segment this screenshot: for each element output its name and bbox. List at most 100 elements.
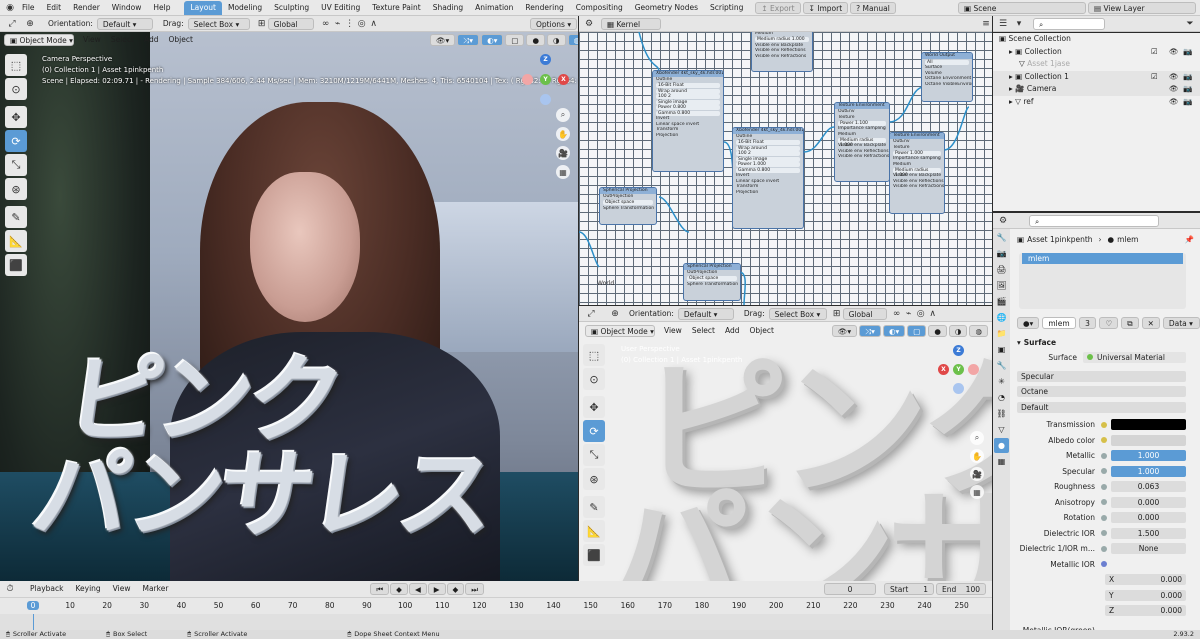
falloff-icon[interactable]: ∧ xyxy=(368,18,380,30)
material-tab-icon[interactable]: ● xyxy=(994,438,1009,453)
material-slot-list[interactable]: mlem xyxy=(1019,253,1186,309)
property-value[interactable]: None xyxy=(1111,543,1186,555)
viewport-menu-object[interactable]: Object xyxy=(744,325,778,337)
gizmo-button[interactable]: ⤨▾ xyxy=(859,324,881,337)
editor-type-icon[interactable]: ⚙ xyxy=(583,18,595,30)
move-tool-icon[interactable]: ✥ xyxy=(5,106,27,128)
pivot-icon[interactable]: ⊕ xyxy=(24,18,36,30)
current-frame-field[interactable]: 0 xyxy=(824,583,876,595)
unlink-icon[interactable]: ✕ xyxy=(1141,317,1160,329)
timeline-menu-marker[interactable]: Marker xyxy=(136,581,174,597)
viewport-menu-view[interactable]: View xyxy=(78,34,106,46)
transform-icon[interactable]: ⤢ xyxy=(585,308,597,320)
export-button[interactable]: ↥ Export xyxy=(755,1,801,14)
outliner-row[interactable]: ▸ ▽ ref 👁 📷 xyxy=(993,96,1200,109)
gizmo-neg-z[interactable] xyxy=(540,94,551,105)
proportional-icon[interactable]: ◎ xyxy=(915,308,927,320)
socket-icon[interactable] xyxy=(1101,452,1107,459)
workspace-tab-uv-editing[interactable]: UV Editing xyxy=(315,1,366,15)
cursor-tool-icon[interactable]: ⊙ xyxy=(583,368,605,390)
node-field[interactable]: Wrap around xyxy=(736,145,800,151)
eye-icon[interactable]: 👁 xyxy=(1169,96,1179,109)
view-layer-tab-icon[interactable]: 🖼 xyxy=(994,278,1009,293)
node-field[interactable]: Gamma 0.800 xyxy=(656,110,720,116)
node-editor[interactable]: Medium Medium radius 1.000 Visible env Bac… xyxy=(579,32,992,305)
workspace-tab-animation[interactable]: Animation xyxy=(469,1,519,15)
outliner-search[interactable]: ⌕ xyxy=(1033,17,1105,30)
scene-tab-icon[interactable]: 🎬 xyxy=(994,294,1009,309)
shading-solid-button[interactable]: ● xyxy=(526,34,546,46)
gizmo-neg-z[interactable] xyxy=(953,383,964,394)
measure-tool-icon[interactable]: 📐 xyxy=(583,520,605,542)
viewport-menu-select[interactable]: Select xyxy=(687,325,720,337)
node-spherical-projection-2[interactable]: Spherical Projection OutProjection Object … xyxy=(683,263,741,301)
node-field[interactable]: Wrap around xyxy=(656,88,720,94)
render-icon[interactable]: 📷 xyxy=(1183,83,1192,96)
render-tab-icon[interactable]: 📷 xyxy=(994,246,1009,261)
node-env-top[interactable]: Medium Medium radius 1.000 Visible env Bac… xyxy=(751,32,813,72)
link-icon[interactable]: ∞ xyxy=(320,18,332,30)
timeline-editor-icon[interactable]: ⏱ xyxy=(4,583,16,595)
workspace-tab-modeling[interactable]: Modeling xyxy=(222,1,268,15)
navigation-gizmo[interactable]: Z X Y xyxy=(520,54,576,110)
socket-icon[interactable] xyxy=(1101,468,1107,475)
workspace-tab-sculpting[interactable]: Sculpting xyxy=(268,1,315,15)
gizmo-y-axis[interactable]: Y xyxy=(953,364,964,375)
texture-tab-icon[interactable]: ▦ xyxy=(994,454,1009,469)
node-texture-env-2[interactable]: Texture Environment OutEnv Texture Power 1.… xyxy=(889,132,945,214)
play-reverse-icon[interactable]: ◀ xyxy=(408,583,427,595)
viewport-menu-select[interactable]: Select xyxy=(106,34,139,46)
viewport-menu-view[interactable]: View xyxy=(659,325,687,337)
world-tab-icon[interactable]: 🌐 xyxy=(994,310,1009,325)
next-key-icon[interactable]: ◆ xyxy=(446,583,465,595)
drag-dropdown[interactable]: Select Box ▾ xyxy=(187,17,250,30)
outliner-row[interactable]: ▣ Scene Collection xyxy=(993,33,1200,46)
constraints-tab-icon[interactable]: ⛓ xyxy=(994,406,1009,421)
property-value[interactable]: 1.500 xyxy=(1111,527,1186,539)
eye-icon[interactable]: 👁 xyxy=(1169,83,1179,96)
scene-selector[interactable]: ▣ Scene xyxy=(958,1,1086,14)
metallic-ior-x-field[interactable]: X 0.000 xyxy=(1105,574,1186,586)
blender-logo-icon[interactable]: ◉ xyxy=(4,2,16,14)
node-field[interactable]: 100 2 xyxy=(736,151,800,156)
cursor-tool-icon[interactable]: ⊙ xyxy=(5,78,27,100)
view-layer-selector[interactable]: ▤ View Layer xyxy=(1088,1,1196,14)
xray-button[interactable]: ▢ xyxy=(907,324,927,337)
start-frame-field[interactable]: Start 1 xyxy=(884,583,934,595)
xray-button[interactable]: ▢ xyxy=(505,34,525,46)
transform-orientation-dropdown[interactable]: Global xyxy=(842,307,887,320)
property-value[interactable] xyxy=(1111,419,1186,431)
node-image-texture-2[interactable]: Xbofender 4kt_sky_4k.hdr.001 Outline 16-Bi… xyxy=(732,127,804,229)
outliner-row[interactable]: ▸ ▣ Collection 1 ☑ 👁 📷 xyxy=(993,70,1200,83)
transform-tool-icon[interactable]: ⊛ xyxy=(5,178,27,200)
checkbox-icon[interactable]: ☑ xyxy=(1151,46,1158,59)
proportional-icon[interactable]: ◎ xyxy=(356,18,368,30)
object-mode-dropdown[interactable]: ▣ Object Mode ▾ xyxy=(4,34,74,46)
node-field[interactable]: Object space xyxy=(687,276,737,281)
timeline-menu-view[interactable]: View xyxy=(107,581,137,597)
gizmo-y-axis[interactable]: Y xyxy=(540,74,551,85)
scale-tool-icon[interactable]: ⤡ xyxy=(583,444,605,466)
visibility-button[interactable]: 👁▾ xyxy=(430,34,456,46)
socket-icon[interactable] xyxy=(1101,530,1107,537)
socket-icon[interactable] xyxy=(1101,421,1107,428)
menu-item-help[interactable]: Help xyxy=(147,0,176,16)
filter-icon[interactable]: ⏷ xyxy=(1184,18,1196,30)
zoom-icon[interactable]: ⌕ xyxy=(556,108,570,122)
node-field[interactable]: Power 1.000 xyxy=(736,162,800,167)
rotate-tool-icon[interactable]: ⟳ xyxy=(5,130,27,152)
outliner-editor-icon[interactable]: ☰ xyxy=(997,18,1009,30)
perspective-toggle-icon[interactable]: ▦ xyxy=(556,165,570,179)
timeline-track[interactable] xyxy=(0,614,992,630)
gizmo-button[interactable]: ⤨▾ xyxy=(457,34,480,46)
outliner-row[interactable]: ▸ 🎥 Camera 👁 📷 xyxy=(993,83,1200,96)
falloff-icon[interactable]: ∧ xyxy=(927,308,939,320)
material-users-count[interactable]: 3 xyxy=(1078,317,1097,329)
viewport-menu-object[interactable]: Object xyxy=(163,34,197,46)
select-tool-icon[interactable]: ⬚ xyxy=(5,54,27,76)
outliner-row[interactable]: ▽ Asset 1jase xyxy=(993,58,1200,71)
navigation-gizmo-2[interactable]: Z X Y xyxy=(934,345,984,395)
material-slot-item[interactable]: mlem xyxy=(1022,253,1183,264)
node-field[interactable]: Power 1.000 xyxy=(893,150,941,156)
overlay-button[interactable]: ◐▾ xyxy=(481,34,504,46)
